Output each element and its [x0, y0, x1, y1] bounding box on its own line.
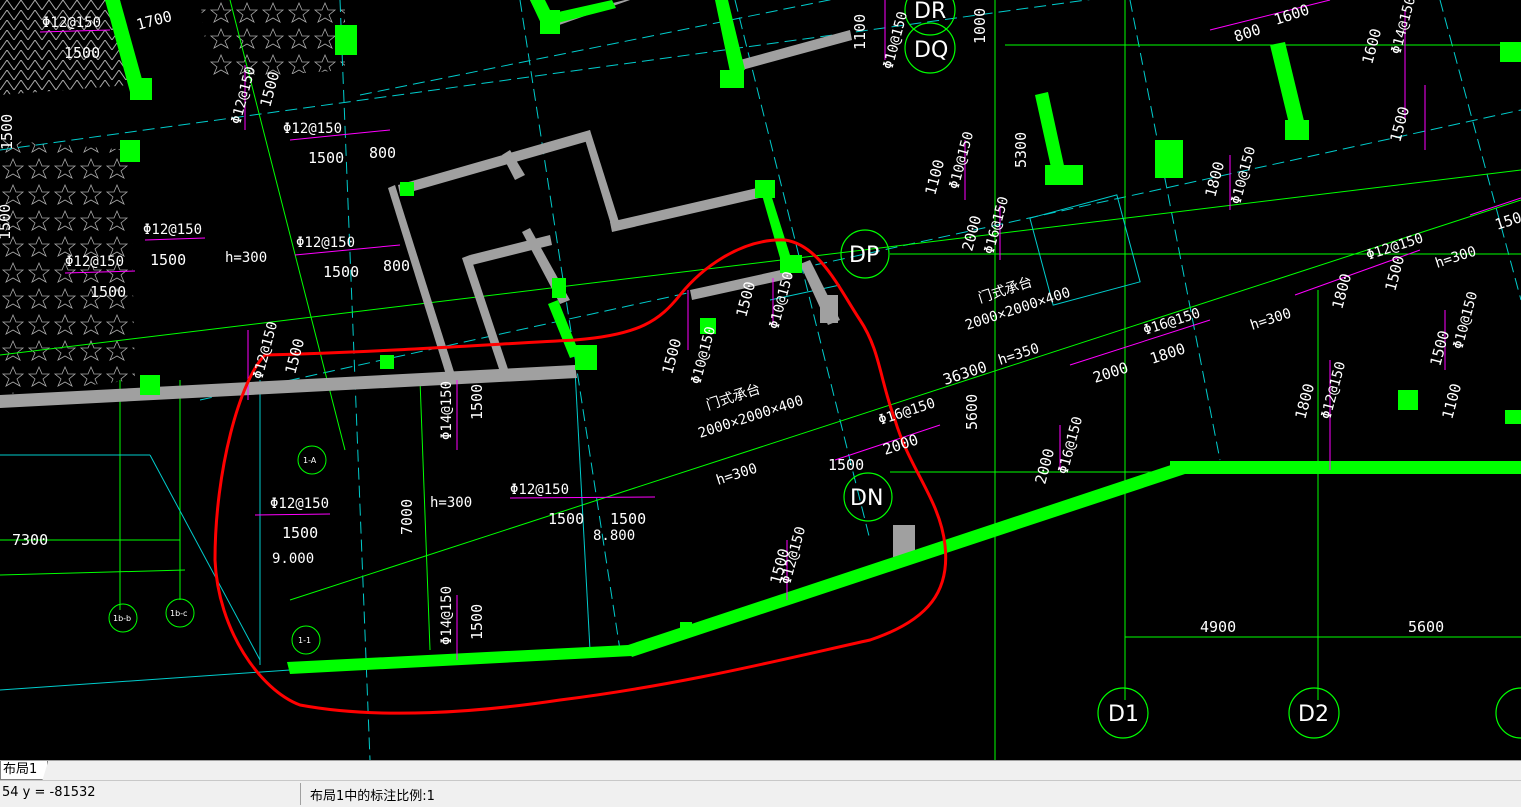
dim-36300: 36300 [941, 358, 990, 389]
rebar-phi12-e: Φ12@150 [65, 254, 124, 270]
dim-1800-d: 1800 [1201, 159, 1228, 199]
axis-label-dr: DR [914, 0, 946, 24]
coordinate-readout: 54 y = -81532 [2, 785, 96, 800]
dim-7300: 7300 [12, 531, 48, 549]
tab-layout1[interactable]: 布局1 [0, 761, 49, 780]
rebar-phi10-c: Φ10@150 [1450, 290, 1481, 351]
dim-2000-d: 2000 [958, 213, 985, 253]
dim-1700: 1700 [134, 7, 174, 34]
dim-1600-b: 1600 [1358, 26, 1385, 66]
status-separator [300, 783, 301, 805]
rebar-phi12-a: Φ12@150 [42, 15, 101, 31]
rebar-phi12-j: Φ12@150 [250, 320, 281, 381]
dim-1500-i: 1500 [548, 510, 584, 528]
dim-1500-r: 1500 [1426, 328, 1453, 368]
dim-1500-e: 1500 [90, 283, 126, 301]
status-bar: 54 y = -81532 布局1中的标注比例:1 [0, 780, 1521, 807]
dim-1500-u: 1500 [0, 204, 14, 240]
rebar-phi12-d: Φ12@150 [296, 235, 355, 251]
dim-1000: 1000 [971, 8, 989, 44]
rebar-phi16-d: Φ16@150 [981, 195, 1012, 256]
dim-1500-p: 1500 [281, 336, 308, 376]
cad-application: 1-A 1-1 1b-b 1b-c DR DQ DP DN D1 D2 1700… [0, 0, 1521, 807]
dim-1800-a: 1800 [1148, 340, 1188, 368]
height-h300-b: h=300 [430, 495, 472, 511]
rebar-phi14-c: Φ14@150 [1388, 0, 1419, 56]
dim-1500-h: 1500 [468, 604, 486, 640]
drawing-svg[interactable]: 1-A 1-1 1b-b 1b-c DR DQ DP DN D1 D2 1700… [0, 0, 1521, 760]
elev-9000: 9.000 [272, 551, 314, 567]
dim-800-c: 800 [1232, 20, 1263, 45]
dim-1500-f: 1500 [282, 524, 318, 542]
rebar-phi12-l: Φ12@150 [1318, 360, 1349, 421]
height-h300-a: h=300 [225, 250, 267, 266]
section-circles [108, 445, 327, 655]
dim-1500-b: 1500 [308, 149, 344, 167]
dim-1500-l: 1500 [828, 456, 864, 474]
green-walls [105, 0, 1521, 674]
height-h300-e: h=300 [1433, 244, 1478, 272]
annotation-scale-note: 布局1中的标注比例:1 [310, 789, 435, 804]
dim-1500-v: 1500 [0, 114, 16, 150]
axis-label-dq: DQ [914, 38, 948, 63]
dim-1500-a: 1500 [64, 44, 100, 62]
layout-tab-bar: 布局1 [0, 760, 1521, 780]
dim-1500-t: 1500 [1386, 104, 1413, 144]
dim-5600-a: 5600 [963, 394, 981, 430]
rebar-phi10-f: Φ10@150 [1228, 145, 1259, 206]
height-h300-d: h=300 [1248, 306, 1293, 334]
dim-1100-a: 1100 [1438, 381, 1465, 421]
axis-label-dp: DP [849, 243, 879, 268]
dim-7000: 7000 [398, 499, 416, 535]
dim-2000-a: 2000 [881, 431, 921, 459]
section-mark-1bb: 1b-b [113, 614, 131, 623]
rebar-phi10-a: Φ10@150 [688, 325, 719, 386]
dim-1500-q: 1500 [1381, 253, 1408, 293]
dim-1800-c: 1800 [1291, 381, 1318, 421]
rebar-phi14-a: Φ14@150 [439, 381, 455, 440]
axis-label-d2: D2 [1298, 702, 1329, 727]
rebar-phi12-b: Φ12@150 [283, 121, 342, 137]
dim-800-b: 800 [383, 257, 410, 275]
dim-1500-d: 1500 [323, 263, 359, 281]
dim-1500-g: 1500 [468, 384, 486, 420]
dim-1100-b: 1100 [851, 14, 869, 50]
dim-2000-b: 2000 [1031, 446, 1058, 486]
dim-1500-c: 1500 [150, 251, 186, 269]
height-h300-c: h=300 [714, 461, 759, 489]
axis-label-d1: D1 [1108, 702, 1139, 727]
height-h350: h=350 [996, 341, 1041, 369]
dim-5300: 5300 [1012, 132, 1030, 168]
rebar-phi14-b: Φ14@150 [439, 586, 455, 645]
rebar-phi16-c: Φ16@150 [1141, 305, 1202, 338]
dim-1500-m: 1500 [658, 336, 685, 376]
elev-8800: 8.800 [593, 528, 635, 544]
dim-800-a: 800 [369, 144, 396, 162]
rebar-phi12-c: Φ12@150 [143, 222, 202, 238]
rebar-phi10-e: Φ10@150 [946, 130, 977, 191]
dim-1800-b: 1800 [1328, 271, 1355, 311]
drawing-canvas[interactable]: 1-A 1-1 1b-b 1b-c DR DQ DP DN D1 D2 1700… [0, 0, 1521, 760]
dim-1600-a: 1600 [1272, 1, 1312, 29]
section-mark-11: 1-1 [298, 636, 311, 645]
dim-1100-c: 1100 [921, 157, 948, 197]
section-mark-1a: 1-A [303, 456, 317, 465]
dim-4900: 4900 [1200, 618, 1236, 636]
rebar-phi12-g: Φ12@150 [510, 482, 569, 498]
axis-label-dn: DN [850, 486, 883, 511]
section-mark-1bc: 1b-c [170, 609, 187, 618]
hatch-region-star-top [200, 0, 345, 80]
rebar-phi16-a: Φ16@150 [876, 395, 937, 428]
rebar-phi12-f: Φ12@150 [270, 496, 329, 512]
dim-1500-j: 1500 [610, 510, 646, 528]
dim-5600-b: 5600 [1408, 618, 1444, 636]
